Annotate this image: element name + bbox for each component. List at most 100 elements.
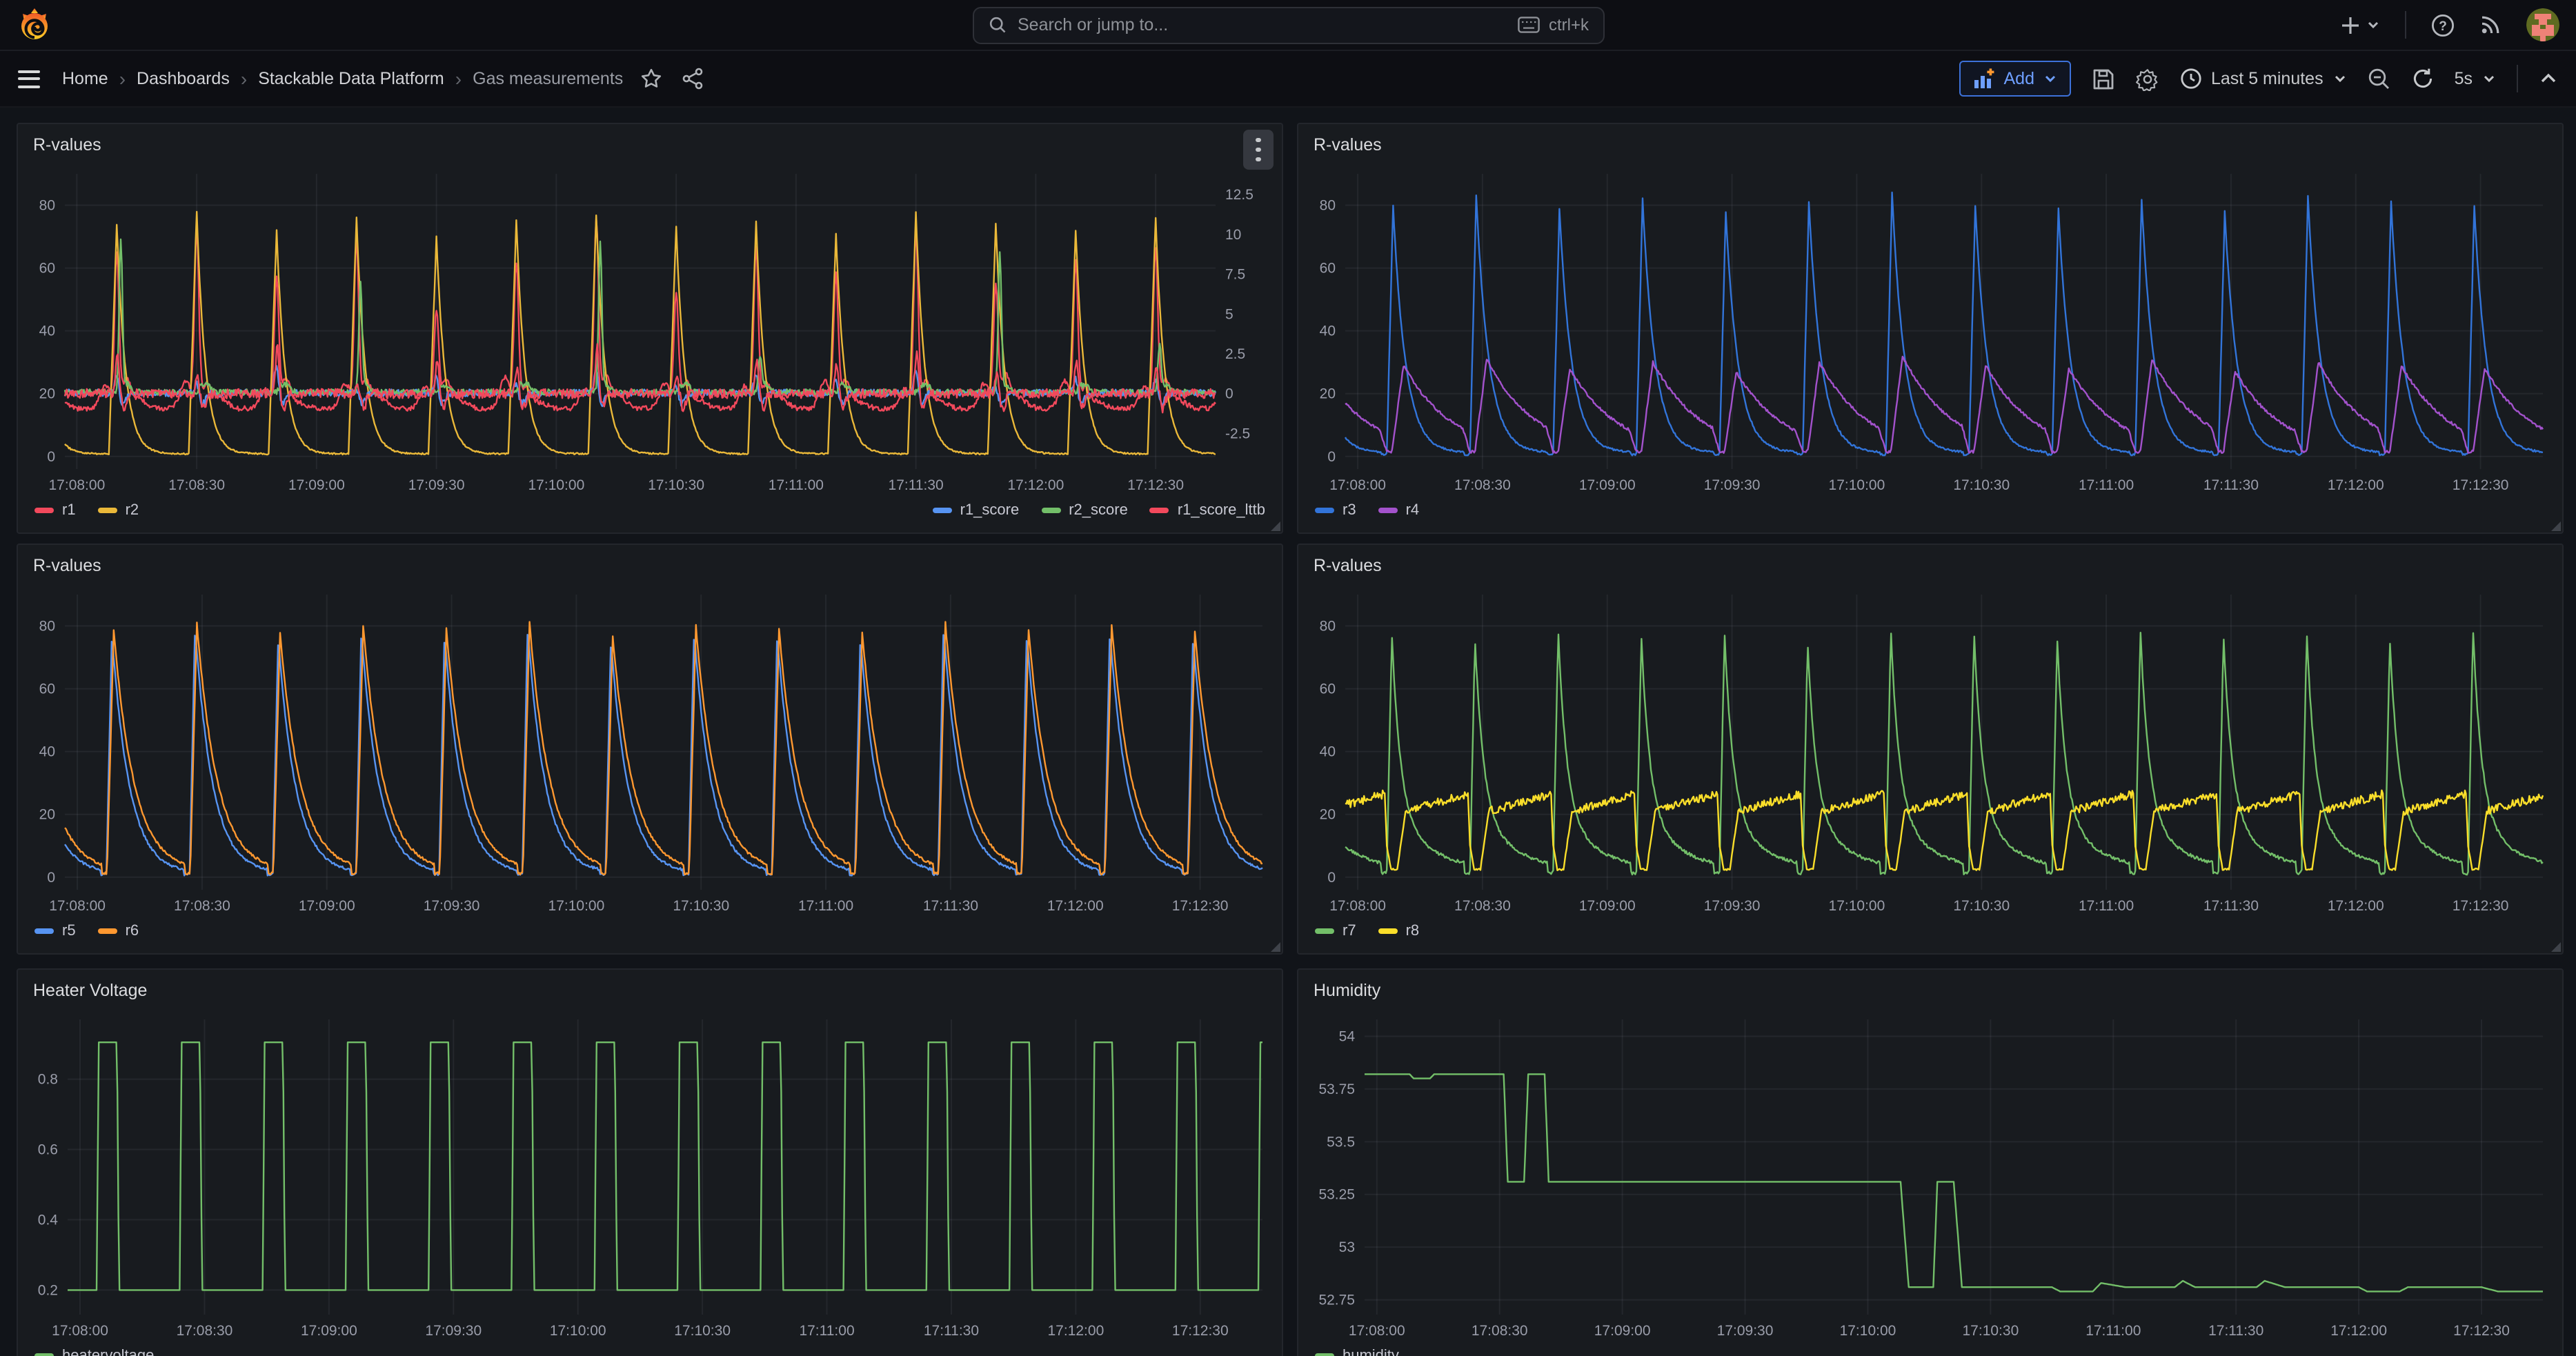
- legend-swatch: [1378, 508, 1398, 514]
- mega-menu-button[interactable]: [18, 70, 40, 88]
- legend-item[interactable]: humidity: [1315, 1348, 1399, 1356]
- grafana-app: Search or jump to... ctrl+k: [0, 0, 2576, 1356]
- svg-text:17:12:00: 17:12:00: [1008, 477, 1064, 493]
- new-menu-button[interactable]: [2340, 14, 2380, 35]
- panel-title[interactable]: R-values: [33, 135, 101, 154]
- legend-label: r3: [1343, 502, 1356, 519]
- legend-item[interactable]: r2_score: [1041, 502, 1128, 519]
- svg-text:17:10:00: 17:10:00: [550, 1323, 606, 1339]
- legend-item[interactable]: r7: [1315, 923, 1356, 939]
- legend-label: r1_score: [960, 502, 1020, 519]
- refresh-interval-picker[interactable]: 5s: [2455, 69, 2496, 88]
- panel-title[interactable]: Heater Voltage: [33, 981, 147, 1000]
- legend-item[interactable]: r1_score: [933, 502, 1020, 519]
- refresh-button[interactable]: [2412, 68, 2434, 90]
- svg-text:12.5: 12.5: [1225, 187, 1254, 203]
- breadcrumb-dashboards[interactable]: Dashboards: [137, 69, 230, 88]
- panel-title[interactable]: R-values: [33, 556, 101, 575]
- svg-text:17:10:30: 17:10:30: [648, 477, 704, 493]
- grafana-logo[interactable]: [17, 7, 52, 43]
- user-avatar[interactable]: [2526, 8, 2559, 41]
- svg-text:0.8: 0.8: [38, 1072, 58, 1088]
- collapse-toolbar-button[interactable]: [2539, 69, 2558, 88]
- panel-r-values-1: R-values 17:08:0017:08:3017:09:0017:09:3…: [17, 123, 1283, 534]
- svg-text:17:11:00: 17:11:00: [2085, 1323, 2141, 1339]
- time-series-chart[interactable]: 17:08:0017:08:3017:09:0017:09:3017:10:00…: [1298, 581, 2562, 920]
- svg-text:17:09:00: 17:09:00: [288, 477, 345, 493]
- panel-title[interactable]: R-values: [1314, 556, 1382, 575]
- legend-swatch: [34, 1353, 54, 1356]
- breadcrumb-separator: ›: [241, 68, 247, 90]
- legend-item[interactable]: r5: [34, 923, 76, 939]
- svg-text:17:12:30: 17:12:30: [2453, 477, 2509, 493]
- legend-label: r2_score: [1069, 502, 1128, 519]
- help-button[interactable]: ?: [2431, 13, 2455, 37]
- svg-text:17:10:30: 17:10:30: [1953, 477, 2010, 493]
- legend-item[interactable]: r6: [98, 923, 139, 939]
- time-series-chart[interactable]: 17:08:0017:08:3017:09:0017:09:3017:10:00…: [18, 581, 1282, 920]
- svg-text:17:11:00: 17:11:00: [769, 477, 824, 493]
- legend-item[interactable]: r3: [1315, 502, 1356, 519]
- svg-text:17:11:30: 17:11:30: [924, 1323, 979, 1339]
- svg-text:17:11:00: 17:11:00: [799, 1323, 854, 1339]
- legend-swatch: [1041, 508, 1060, 514]
- breadcrumb-folder[interactable]: Stackable Data Platform: [258, 69, 444, 88]
- time-series-chart[interactable]: 17:08:0017:08:3017:09:0017:09:3017:10:00…: [1298, 160, 2562, 499]
- top-nav-bar: Search or jump to... ctrl+k: [0, 0, 2576, 51]
- svg-text:17:11:00: 17:11:00: [798, 898, 853, 914]
- time-series-chart[interactable]: 17:08:0017:08:3017:09:0017:09:3017:10:00…: [1298, 1006, 2562, 1345]
- add-panel-icon: [1974, 68, 1996, 90]
- svg-text:7.5: 7.5: [1225, 267, 1245, 283]
- svg-text:17:08:30: 17:08:30: [168, 477, 225, 493]
- svg-text:0.4: 0.4: [38, 1212, 59, 1228]
- dashboard-grid: R-values 17:08:0017:08:3017:09:0017:09:3…: [0, 109, 2576, 1356]
- svg-text:17:08:00: 17:08:00: [1329, 477, 1386, 493]
- panel-title[interactable]: Humidity: [1314, 981, 1380, 1000]
- panel-legend: r3 r4: [1298, 499, 2562, 532]
- panel-legend: humidity: [1298, 1345, 2562, 1356]
- add-panel-button[interactable]: Add: [1960, 61, 2071, 97]
- svg-text:0: 0: [1327, 870, 1336, 886]
- svg-text:17:08:00: 17:08:00: [49, 898, 106, 914]
- dashboard-toolbar: Home › Dashboards › Stackable Data Platf…: [0, 51, 2576, 108]
- svg-text:17:12:30: 17:12:30: [2453, 898, 2509, 914]
- svg-text:17:11:30: 17:11:30: [889, 477, 944, 493]
- refresh-interval-label: 5s: [2455, 69, 2473, 88]
- svg-text:17:12:00: 17:12:00: [2328, 477, 2384, 493]
- legend-item[interactable]: heatervoltage: [34, 1348, 154, 1356]
- panel-menu-button[interactable]: [1243, 130, 1274, 170]
- legend-item[interactable]: r8: [1378, 923, 1420, 939]
- svg-text:2.5: 2.5: [1225, 346, 1245, 362]
- time-range-picker[interactable]: Last 5 minutes: [2179, 68, 2347, 90]
- zoom-out-button[interactable]: [2368, 67, 2391, 90]
- refresh-icon: [2412, 68, 2434, 90]
- breadcrumb-home[interactable]: Home: [62, 69, 108, 88]
- legend-item[interactable]: r2: [98, 502, 139, 519]
- plus-icon: [2340, 14, 2361, 35]
- share-button[interactable]: [681, 68, 703, 90]
- svg-text:17:08:00: 17:08:00: [49, 477, 106, 493]
- legend-item[interactable]: r4: [1378, 502, 1420, 519]
- svg-text:17:12:30: 17:12:30: [1127, 477, 1184, 493]
- svg-text:17:08:00: 17:08:00: [1329, 898, 1386, 914]
- svg-text:17:09:30: 17:09:30: [1704, 477, 1761, 493]
- nav-divider: [2405, 11, 2406, 39]
- svg-text:53.25: 53.25: [1318, 1187, 1355, 1203]
- panel-title[interactable]: R-values: [1314, 135, 1382, 154]
- favorite-star-button[interactable]: [640, 68, 662, 90]
- search-input[interactable]: Search or jump to... ctrl+k: [972, 6, 1604, 43]
- save-dashboard-button[interactable]: [2091, 67, 2114, 90]
- svg-text:60: 60: [39, 261, 55, 277]
- time-series-chart[interactable]: 17:08:0017:08:3017:09:0017:09:3017:10:00…: [18, 1006, 1282, 1345]
- legend-item[interactable]: r1_score_lttb: [1150, 502, 1265, 519]
- dashboard-settings-button[interactable]: [2135, 67, 2159, 90]
- breadcrumb-separator: ›: [455, 68, 462, 90]
- svg-text:0: 0: [1225, 386, 1233, 402]
- legend-label: r7: [1343, 923, 1356, 939]
- svg-text:17:12:30: 17:12:30: [1172, 898, 1229, 914]
- time-series-chart[interactable]: 17:08:0017:08:3017:09:0017:09:3017:10:00…: [18, 160, 1282, 499]
- news-button[interactable]: [2479, 14, 2501, 36]
- legend-item[interactable]: r1: [34, 502, 76, 519]
- panel-heater-voltage: Heater Voltage 17:08:0017:08:3017:09:001…: [17, 968, 1283, 1356]
- svg-text:17:09:30: 17:09:30: [425, 1323, 482, 1339]
